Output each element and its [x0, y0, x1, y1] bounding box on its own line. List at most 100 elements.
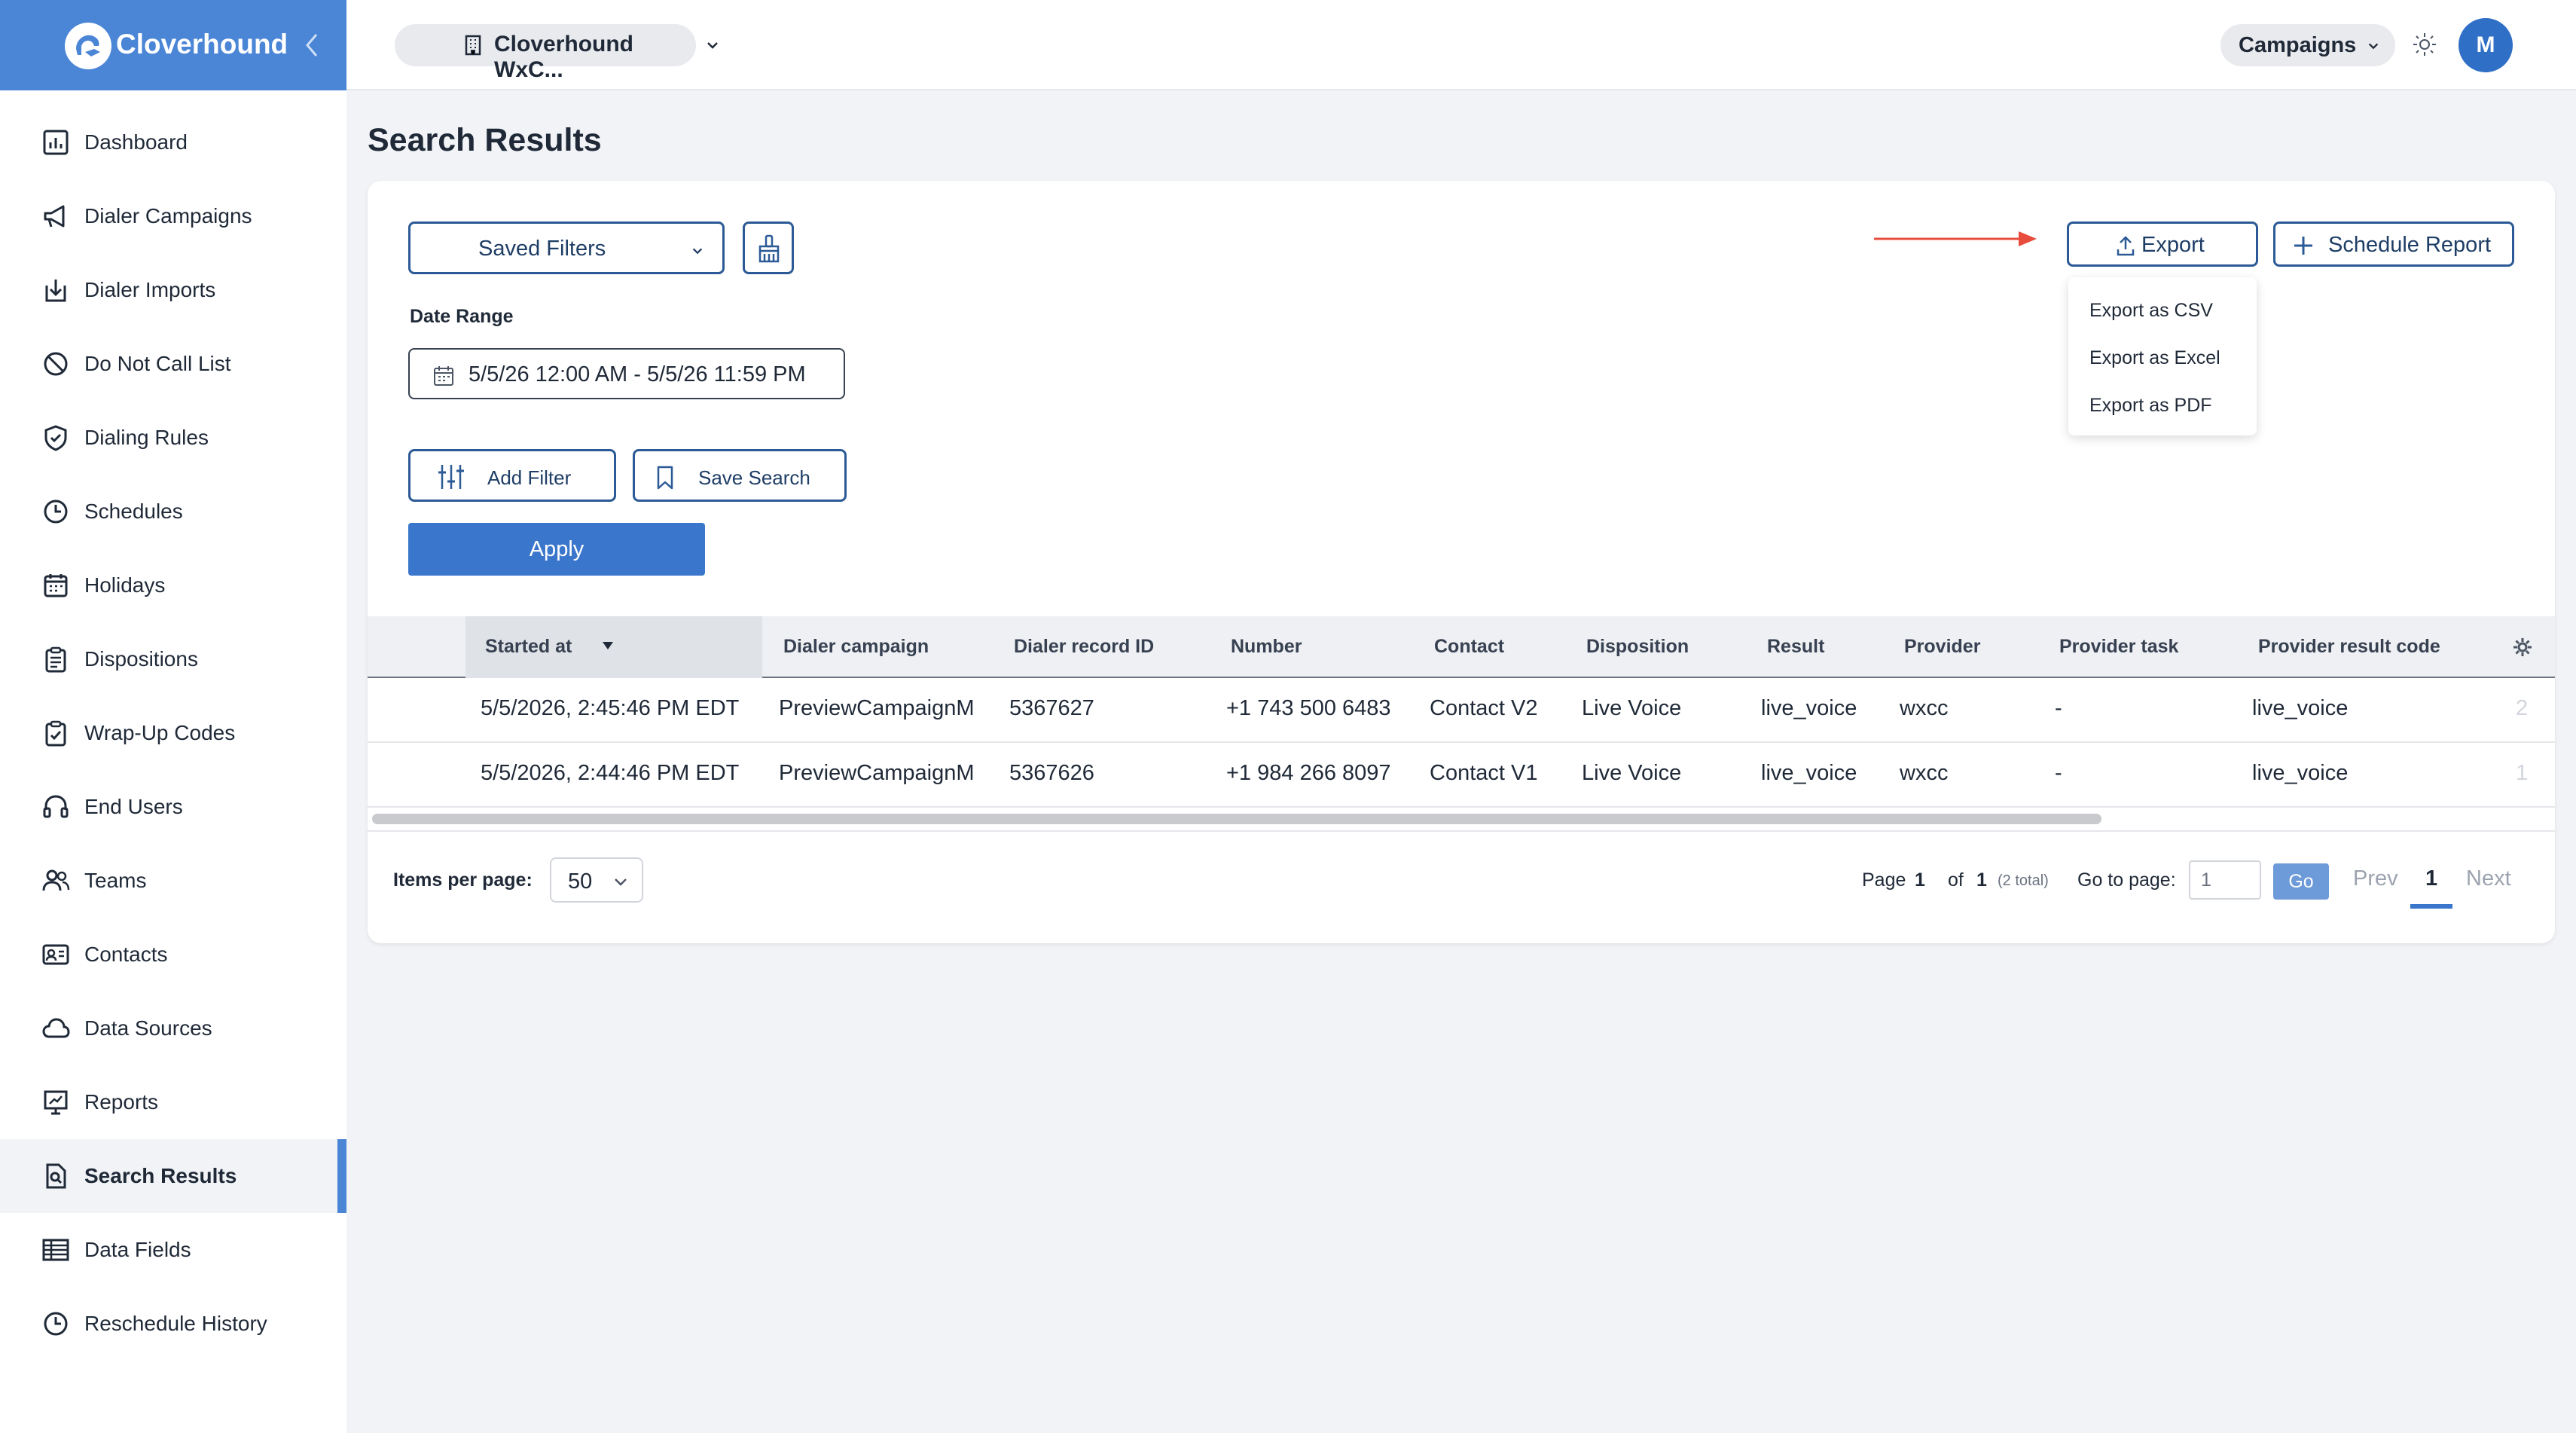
column-header-dialer-campaign[interactable]: Dialer campaign [783, 636, 929, 658]
presentation-chart-icon [44, 1090, 68, 1115]
sidebar-item-dialer-campaigns[interactable]: Dialer Campaigns [0, 179, 346, 253]
users-icon [42, 869, 70, 891]
export-excel-menu-item[interactable]: Export as Excel [2089, 347, 2220, 369]
clear-filters-button[interactable] [743, 222, 794, 274]
export-button[interactable]: Export [2067, 222, 2258, 267]
column-header-result[interactable]: Result [1767, 636, 1824, 658]
column-header-provider-result-code[interactable]: Provider result code [2258, 636, 2440, 658]
plus-icon [2294, 237, 2312, 255]
chevron-down-icon [707, 42, 718, 49]
cloud-icon [42, 1018, 70, 1038]
sidebar-item-teams[interactable]: Teams [0, 844, 346, 918]
building-icon [465, 35, 481, 56]
column-header-started-at[interactable]: Started at [485, 636, 572, 658]
sidebar-item-label: Holidays [84, 573, 166, 597]
sidebar-item-dialer-imports[interactable]: Dialer Imports [0, 253, 346, 327]
history-clock-icon [44, 1312, 68, 1336]
export-pdf-menu-item[interactable]: Export as PDF [2089, 395, 2212, 417]
date-range-input[interactable]: 5/5/26 12:00 AM - 5/5/26 11:59 PM [408, 348, 845, 399]
sidebar-item-data-sources[interactable]: Data Sources [0, 991, 346, 1065]
collapse-sidebar-icon[interactable] [303, 30, 321, 60]
cell-number: +1 743 500 6483 [1226, 696, 1391, 720]
sidebar-item-label: Wrap-Up Codes [84, 721, 236, 744]
cell-overflow: 1 [2516, 761, 2529, 785]
horizontal-scrollbar-thumb[interactable] [372, 814, 2101, 824]
cell-provider-task: - [2055, 696, 2062, 720]
page-number-button[interactable]: 1 [2425, 866, 2437, 891]
sidebar-item-dashboard[interactable]: Dashboard [0, 105, 346, 179]
add-filter-label: Add Filter [487, 466, 572, 489]
sort-descending-icon[interactable] [601, 639, 615, 652]
divider [368, 830, 2555, 832]
sidebar-item-search-results[interactable]: Search Results [0, 1139, 346, 1213]
upload-icon [2117, 236, 2135, 256]
save-search-button[interactable]: Save Search [633, 449, 847, 502]
clipboard-icon [45, 646, 66, 673]
sidebar-item-wrap-up-codes[interactable]: Wrap-Up Codes [0, 696, 346, 770]
sidebar-item-label: End Users [84, 795, 183, 818]
broom-icon [758, 234, 780, 263]
sidebar: Cloverhound Dashboard Dialer Campaigns D… [0, 0, 346, 1433]
top-bar: Cloverhound WxC... Campaigns M [346, 0, 2576, 90]
saved-filters-dropdown[interactable]: Saved Filters [408, 222, 725, 274]
add-filter-button[interactable]: Add Filter [408, 449, 616, 502]
cell-dialer-record-id: 5367627 [1009, 696, 1094, 720]
sidebar-item-schedules[interactable]: Schedules [0, 475, 346, 548]
current-page-number: 1 [1915, 869, 1925, 891]
cell-overflow: 2 [2516, 696, 2529, 720]
next-page-button[interactable]: Next [2466, 866, 2511, 891]
sidebar-item-contacts[interactable]: Contacts [0, 918, 346, 991]
sidebar-item-label: Dashboard [84, 130, 188, 154]
brand-header: Cloverhound [0, 0, 346, 90]
sidebar-item-do-not-call-list[interactable]: Do Not Call List [0, 327, 346, 401]
saved-filters-label: Saved Filters [478, 237, 606, 261]
go-to-page-input[interactable] [2189, 860, 2261, 900]
cell-disposition: Live Voice [1582, 761, 1682, 785]
column-header-dialer-record-id[interactable]: Dialer record ID [1014, 636, 1154, 658]
sidebar-item-label: Do Not Call List [84, 352, 231, 375]
red-annotation-arrow-icon [1874, 231, 2037, 246]
sidebar-item-label: Dispositions [84, 647, 198, 671]
column-header-provider[interactable]: Provider [1904, 636, 1980, 658]
table-row[interactable]: 5/5/2026, 2:44:46 PM EDT PreviewCampaign… [368, 743, 2555, 808]
table-header: Started at Dialer campaign Dialer record… [368, 616, 2555, 678]
sidebar-item-dispositions[interactable]: Dispositions [0, 622, 346, 696]
sidebar-item-reports[interactable]: Reports [0, 1065, 346, 1139]
apply-button[interactable]: Apply [408, 523, 705, 576]
column-header-disposition[interactable]: Disposition [1586, 636, 1689, 658]
cell-provider-task: - [2055, 761, 2062, 785]
table-row[interactable]: 5/5/2026, 2:45:46 PM EDT PreviewCampaign… [368, 678, 2555, 743]
items-per-page-select[interactable]: 50 [550, 857, 643, 903]
column-header-provider-task[interactable]: Provider task [2059, 636, 2178, 658]
cell-dialer-record-id: 5367626 [1009, 761, 1094, 785]
go-button[interactable]: Go [2273, 863, 2329, 900]
go-to-page-label: Go to page: [2077, 869, 2176, 891]
cell-provider: wxcc [1900, 761, 1949, 785]
sidebar-item-dialing-rules[interactable]: Dialing Rules [0, 401, 346, 475]
sidebar-item-label: Dialer Campaigns [84, 204, 252, 228]
sidebar-item-holidays[interactable]: Holidays [0, 548, 346, 622]
export-csv-menu-item[interactable]: Export as CSV [2089, 300, 2213, 322]
column-header-number[interactable]: Number [1231, 636, 1302, 658]
prev-page-button[interactable]: Prev [2353, 866, 2398, 891]
user-avatar[interactable]: M [2458, 18, 2513, 72]
column-header-contact[interactable]: Contact [1434, 636, 1504, 658]
theme-toggle-sun-icon[interactable] [2410, 30, 2439, 59]
sidebar-item-label: Schedules [84, 500, 183, 523]
column-settings-gear-icon[interactable] [2511, 636, 2534, 658]
sidebar-item-data-fields[interactable]: Data Fields [0, 1213, 346, 1287]
organization-selector[interactable]: Cloverhound WxC... [395, 24, 718, 82]
schedule-report-button[interactable]: Schedule Report [2273, 222, 2514, 267]
calendar-icon [44, 574, 68, 597]
sidebar-item-label: Search Results [84, 1164, 237, 1187]
cell-result: live_voice [1761, 696, 1857, 720]
campaigns-menu-button[interactable]: Campaigns [2220, 24, 2395, 66]
sidebar-item-reschedule-history[interactable]: Reschedule History [0, 1287, 346, 1361]
sidebar-item-end-users[interactable]: End Users [0, 770, 346, 844]
clipboard-check-icon [45, 720, 66, 747]
calendar-icon [434, 366, 453, 386]
chevron-down-icon [2368, 43, 2379, 50]
table-icon [42, 1239, 69, 1261]
schedule-report-label: Schedule Report [2328, 233, 2492, 257]
prohibited-icon [44, 352, 68, 376]
